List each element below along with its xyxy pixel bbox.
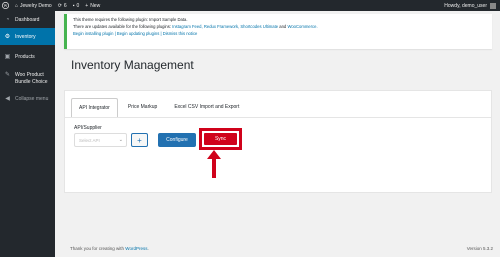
- chevron-down-icon: ⌄: [118, 137, 123, 143]
- notice-actions[interactable]: Begin installing plugin | Begin updating…: [73, 30, 486, 37]
- plugin-notice: This theme requires the following plugin…: [64, 14, 492, 49]
- sidebar-item-products[interactable]: ▣ Products: [0, 48, 55, 65]
- svg-text:W: W: [4, 3, 8, 8]
- avatar: [490, 2, 496, 9]
- site-name-link[interactable]: ⌂ Jewelry Demo: [15, 0, 52, 11]
- collapse-menu-button[interactable]: ◀ Collapse menu: [0, 90, 55, 107]
- footer-credit: Thank you for creating with WordPress.: [70, 246, 149, 251]
- sidebar-item-inventory[interactable]: ⚙ Inventory: [0, 28, 55, 45]
- configure-button[interactable]: Configure: [158, 133, 196, 147]
- sidebar-item-woo-product-bundle-choice[interactable]: ✎ Woo Product Bundle Choice: [0, 68, 55, 90]
- woocommerce-link[interactable]: WooCommerce.: [287, 24, 317, 29]
- gear-icon: ⚙: [4, 34, 11, 40]
- arrow-up-icon: [207, 150, 221, 178]
- notice-line-required: This theme requires the following plugin…: [73, 17, 188, 22]
- api-supplier-select[interactable]: Select API ⌄: [74, 133, 127, 147]
- admin-sidebar: ◔ Dashboard ⚙ Inventory ▣ Products ✎ Woo…: [0, 11, 55, 257]
- updates-link[interactable]: ⟳ 6: [58, 0, 67, 11]
- wordpress-link[interactable]: WordPress: [125, 246, 147, 251]
- tab-excel-csv-import-export[interactable]: Excel CSV Import and Export: [167, 98, 246, 117]
- wordpress-logo-icon[interactable]: W: [0, 2, 11, 9]
- tab-api-integrator[interactable]: API Integrator: [71, 98, 118, 117]
- inventory-panel: API Integrator Price Markup Excel CSV Im…: [64, 90, 492, 193]
- dashboard-icon: ◔: [5, 16, 10, 23]
- version-text: Version 5.3.2: [466, 246, 493, 251]
- plus-icon: +: [85, 2, 89, 9]
- comment-icon: ▪: [72, 2, 75, 9]
- tab-bar: API Integrator Price Markup Excel CSV Im…: [65, 91, 491, 118]
- updates-icon: ⟳: [57, 2, 62, 9]
- api-supplier-label: API/Supplier: [74, 125, 102, 131]
- products-icon: ▣: [4, 54, 11, 60]
- collapse-icon: ◀: [5, 96, 10, 102]
- add-api-button[interactable]: +: [131, 133, 148, 147]
- user-account-menu[interactable]: Howdy, demo_user: [444, 0, 496, 11]
- tab-price-markup[interactable]: Price Markup: [121, 98, 164, 117]
- sync-button[interactable]: Sync: [204, 133, 237, 145]
- new-content-link[interactable]: + New: [85, 0, 100, 11]
- bundle-icon: ✎: [4, 72, 11, 78]
- home-icon: ⌂: [15, 2, 19, 9]
- sidebar-item-dashboard[interactable]: ◔ Dashboard: [0, 11, 55, 28]
- plugin-update-links[interactable]: Instagram Feed, Redux Framework, Shortco…: [172, 24, 278, 29]
- page-title: Inventory Management: [71, 58, 194, 72]
- comments-link[interactable]: ▪ 0: [73, 0, 80, 11]
- admin-bar: W ⌂ Jewelry Demo ⟳ 6 ▪ 0 + New Howdy, de…: [0, 0, 500, 11]
- notice-line-updates: There are updates available for the foll…: [73, 24, 318, 29]
